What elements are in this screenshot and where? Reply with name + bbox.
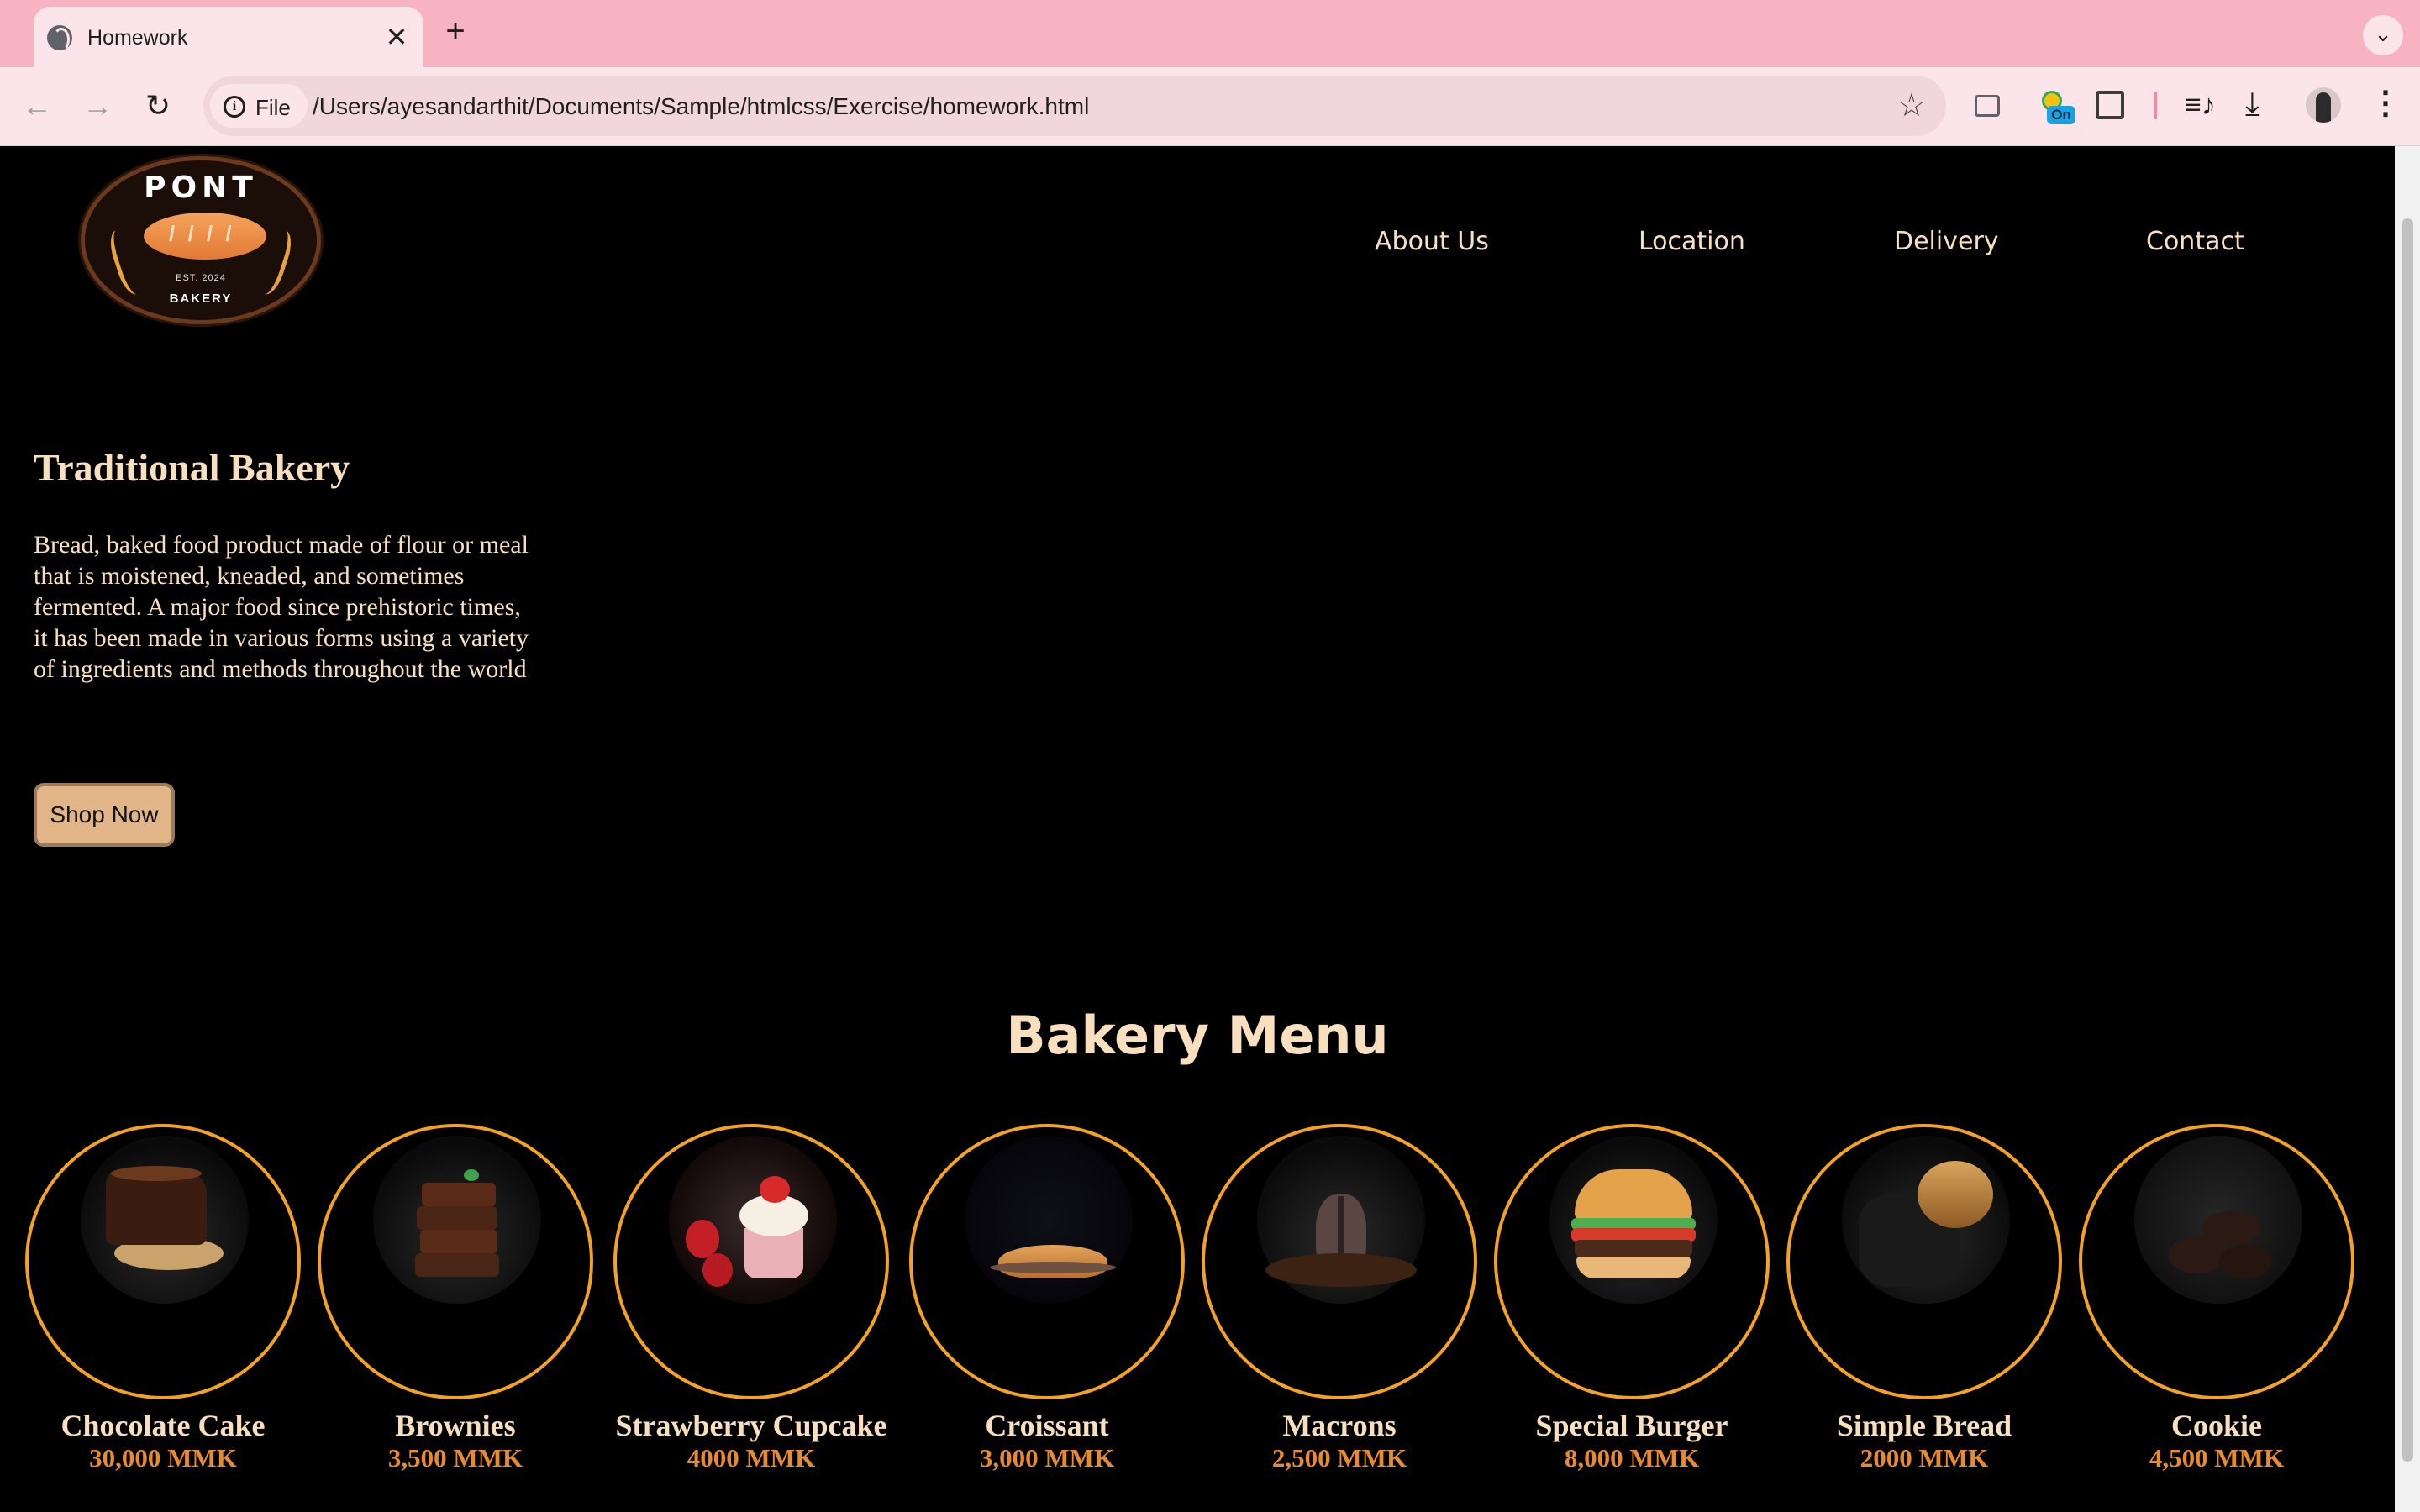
menu-item-special-burger[interactable]: Special Burger 8,000 MMK xyxy=(1494,1124,1770,1477)
menu-item-image-frame[interactable] xyxy=(25,1124,301,1399)
scrollbar-thumb[interactable] xyxy=(2402,218,2413,1462)
extension-icon[interactable]: On xyxy=(2039,89,2075,126)
menu-item-chocolate-cake[interactable]: Chocolate Cake 30,000 MMK xyxy=(25,1124,301,1477)
menu-item-croissant[interactable]: Croissant 3,000 MMK xyxy=(909,1124,1185,1477)
new-tab-button[interactable]: + xyxy=(439,14,472,49)
menu-item-image-frame[interactable] xyxy=(2079,1124,2354,1399)
star-icon[interactable]: ☆ xyxy=(1897,86,1926,126)
info-icon: i xyxy=(224,96,245,118)
menu-item-name: Special Burger xyxy=(1535,1409,1728,1442)
download-icon[interactable]: ⤓ xyxy=(2245,87,2279,121)
extension-badge: On xyxy=(2047,106,2075,124)
strawberry-cupcake-image xyxy=(669,1136,837,1304)
menu-item-image-frame[interactable] xyxy=(1494,1124,1770,1399)
cast-icon[interactable] xyxy=(1975,95,2000,117)
bread-icon xyxy=(144,213,266,260)
menu-item-price: 3,000 MMK xyxy=(979,1443,1115,1473)
nav-delivery[interactable]: Delivery xyxy=(1894,227,1999,256)
shop-now-button[interactable]: Shop Now xyxy=(34,783,175,847)
menu-item-macrons[interactable]: Macrons 2,500 MMK xyxy=(1202,1124,1477,1477)
menu-item-image-frame[interactable] xyxy=(1786,1124,2062,1399)
media-icon[interactable]: ≡♪ xyxy=(2185,91,2218,124)
menu-item-price: 2000 MMK xyxy=(1860,1443,1989,1473)
menu-item-price: 4000 MMK xyxy=(687,1443,816,1473)
site-info-chip[interactable]: i File xyxy=(210,84,308,128)
tab-title: Homework xyxy=(87,26,188,50)
menu-item-image-frame[interactable] xyxy=(318,1124,593,1399)
menu-item-cookie[interactable]: Cookie 4,500 MMK xyxy=(2079,1124,2354,1477)
reload-button[interactable]: ↻ xyxy=(138,86,178,126)
menu-item-image-frame[interactable] xyxy=(613,1124,889,1399)
browser-tab-bar: Homework ✕ + ⌄ xyxy=(0,0,2420,67)
menu-item-image-frame[interactable] xyxy=(909,1124,1185,1399)
browser-tab[interactable]: Homework ✕ xyxy=(34,7,424,67)
menu-item-brownies[interactable]: Brownies 3,500 MMK xyxy=(318,1124,593,1477)
menu-item-simple-bread[interactable]: Simple Bread 2000 MMK xyxy=(1786,1124,2062,1477)
nav-contact[interactable]: Contact xyxy=(2146,227,2244,256)
menu-item-name: Brownies xyxy=(395,1409,516,1442)
menu-item-name: Strawberry Cupcake xyxy=(615,1409,887,1442)
logo-title: PONT xyxy=(144,171,258,205)
logo-established: EST. 2024 xyxy=(176,273,226,283)
simple-bread-image xyxy=(1842,1136,2010,1304)
forward-button[interactable]: → xyxy=(77,86,118,126)
avatar[interactable] xyxy=(2306,87,2341,123)
menu-item-price: 4,500 MMK xyxy=(2149,1443,2285,1473)
menu-item-name: Macrons xyxy=(1282,1409,1397,1442)
cookie-image xyxy=(2134,1136,2302,1304)
nav-about-us[interactable]: About Us xyxy=(1375,227,1489,256)
brownies-image xyxy=(373,1136,541,1304)
bakery-logo[interactable]: PONT EST. 2024 BAKERY xyxy=(81,156,321,324)
macrons-image xyxy=(1257,1136,1425,1304)
globe-icon xyxy=(47,25,72,51)
logo-subtitle: BAKERY xyxy=(169,291,233,306)
special-burger-image xyxy=(1549,1136,1718,1304)
kebab-icon[interactable]: ⋮ xyxy=(2370,86,2402,121)
chocolate-cake-image xyxy=(81,1136,249,1304)
url-text[interactable]: /Users/ayesandarthit/Documents/Sample/ht… xyxy=(313,93,1089,120)
menu-item-strawberry-cupcake[interactable]: Strawberry Cupcake 4000 MMK xyxy=(613,1124,889,1477)
menu-item-name: Simple Bread xyxy=(1836,1409,2012,1442)
page-scrollbar[interactable] xyxy=(2395,146,2420,1512)
site-info-label: File xyxy=(255,95,291,120)
close-icon[interactable]: ✕ xyxy=(381,22,412,52)
tab-search-button[interactable]: ⌄ xyxy=(2363,15,2403,55)
nav-location[interactable]: Location xyxy=(1639,227,1745,256)
hero-description: Bread, baked food product made of flour … xyxy=(34,531,529,683)
back-button[interactable]: ← xyxy=(17,86,57,126)
menu-item-name: Croissant xyxy=(985,1409,1109,1442)
hero-title: Traditional Bakery xyxy=(34,446,350,489)
puzzle-icon[interactable] xyxy=(2096,91,2124,119)
menu-item-name: Cookie xyxy=(2171,1409,2262,1442)
menu-item-price: 2,500 MMK xyxy=(1271,1443,1407,1473)
toolbar-divider xyxy=(2154,92,2157,119)
menu-item-price: 3,500 MMK xyxy=(387,1443,523,1473)
menu-title: Bakery Menu xyxy=(1006,1005,1389,1066)
address-bar[interactable]: i File /Users/ayesandarthit/Documents/Sa… xyxy=(203,76,1946,136)
menu-item-image-frame[interactable] xyxy=(1202,1124,1477,1399)
web-page: PONT EST. 2024 BAKERY About Us Location … xyxy=(0,146,2395,1512)
croissant-image xyxy=(965,1136,1133,1304)
menu-item-price: 8,000 MMK xyxy=(1564,1443,1700,1473)
